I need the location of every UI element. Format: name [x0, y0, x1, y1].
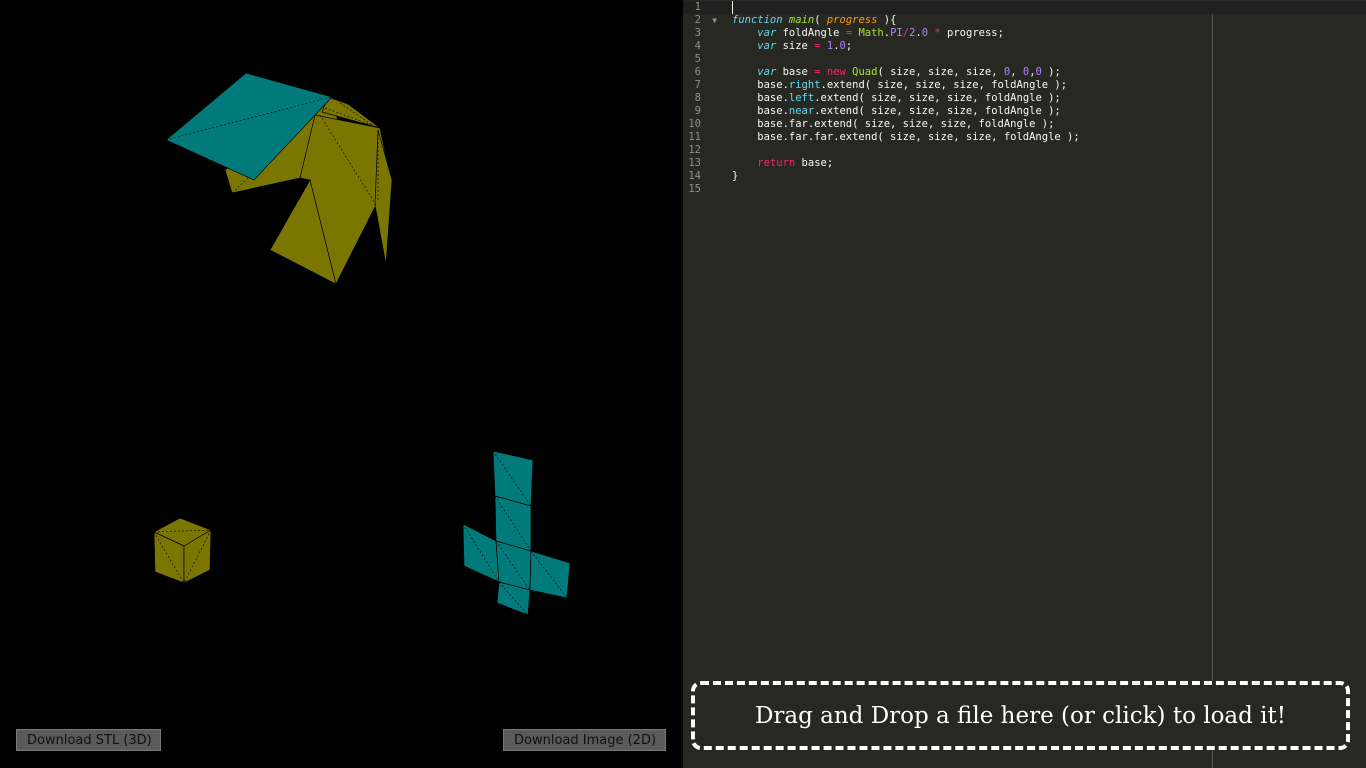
line-number: 15	[688, 183, 701, 195]
flat-net	[462, 450, 571, 616]
line-number: 4	[694, 40, 701, 52]
code-line: base.near.extend( size, size, size, fold…	[732, 105, 1061, 117]
line-number: 9	[694, 105, 701, 117]
code-line: var foldAngle = Math.PI/2.0 * progress;	[757, 27, 1004, 39]
line-number: 5	[694, 53, 701, 65]
fold-arrow-icon[interactable]: ▼	[712, 14, 717, 27]
file-drop-zone[interactable]: Drag and Drop a file here (or click) to …	[691, 681, 1350, 750]
folded-cube	[153, 517, 212, 584]
line-number: 14	[688, 170, 701, 182]
code-line: var size = 1.0;	[757, 40, 853, 52]
code-line: function main( progress ){	[732, 14, 897, 26]
3d-viewport[interactable]: Download STL (3D) Download Image (2D)	[0, 0, 683, 768]
line-number: 6	[694, 66, 701, 78]
scene-canvas[interactable]	[0, 0, 683, 768]
line-number: 1	[694, 1, 701, 13]
line-number: 3	[694, 27, 701, 39]
line-number: 13	[688, 157, 701, 169]
line-number: 10	[688, 118, 701, 130]
code-line: base.far.extend( size, size, size, foldA…	[732, 118, 1055, 130]
print-margin	[1212, 14, 1213, 768]
code-line: var base = new Quad( size, size, size, 0…	[757, 66, 1061, 78]
code-line: base.right.extend( size, size, size, fol…	[732, 79, 1068, 91]
code-line: base.far.far.extend( size, size, size, f…	[732, 131, 1080, 143]
line-number: 7	[694, 79, 701, 91]
olive-face	[374, 129, 393, 266]
line-number: 11	[688, 131, 701, 143]
folding-model	[165, 72, 393, 285]
code-editor[interactable]: 1 2 ▼ 3 4 5 6 7 8 9 10 11 12 13 14 15 fun…	[683, 0, 1366, 768]
code-text-area[interactable]: function main( progress ){ var foldAngle…	[732, 1, 1080, 196]
download-image-button[interactable]: Download Image (2D)	[503, 729, 666, 751]
download-stl-button[interactable]: Download STL (3D)	[16, 729, 161, 751]
code-line: }	[732, 170, 739, 182]
text-cursor	[732, 1, 733, 14]
line-number: 12	[688, 144, 701, 156]
code-line: base.left.extend( size, size, size, fold…	[732, 92, 1061, 104]
line-number: 8	[694, 92, 701, 104]
code-line: return base;	[757, 157, 834, 169]
line-number: 2 ▼	[694, 14, 717, 27]
line-number-gutter: 1 2 ▼ 3 4 5 6 7 8 9 10 11 12 13 14 15	[683, 1, 725, 196]
